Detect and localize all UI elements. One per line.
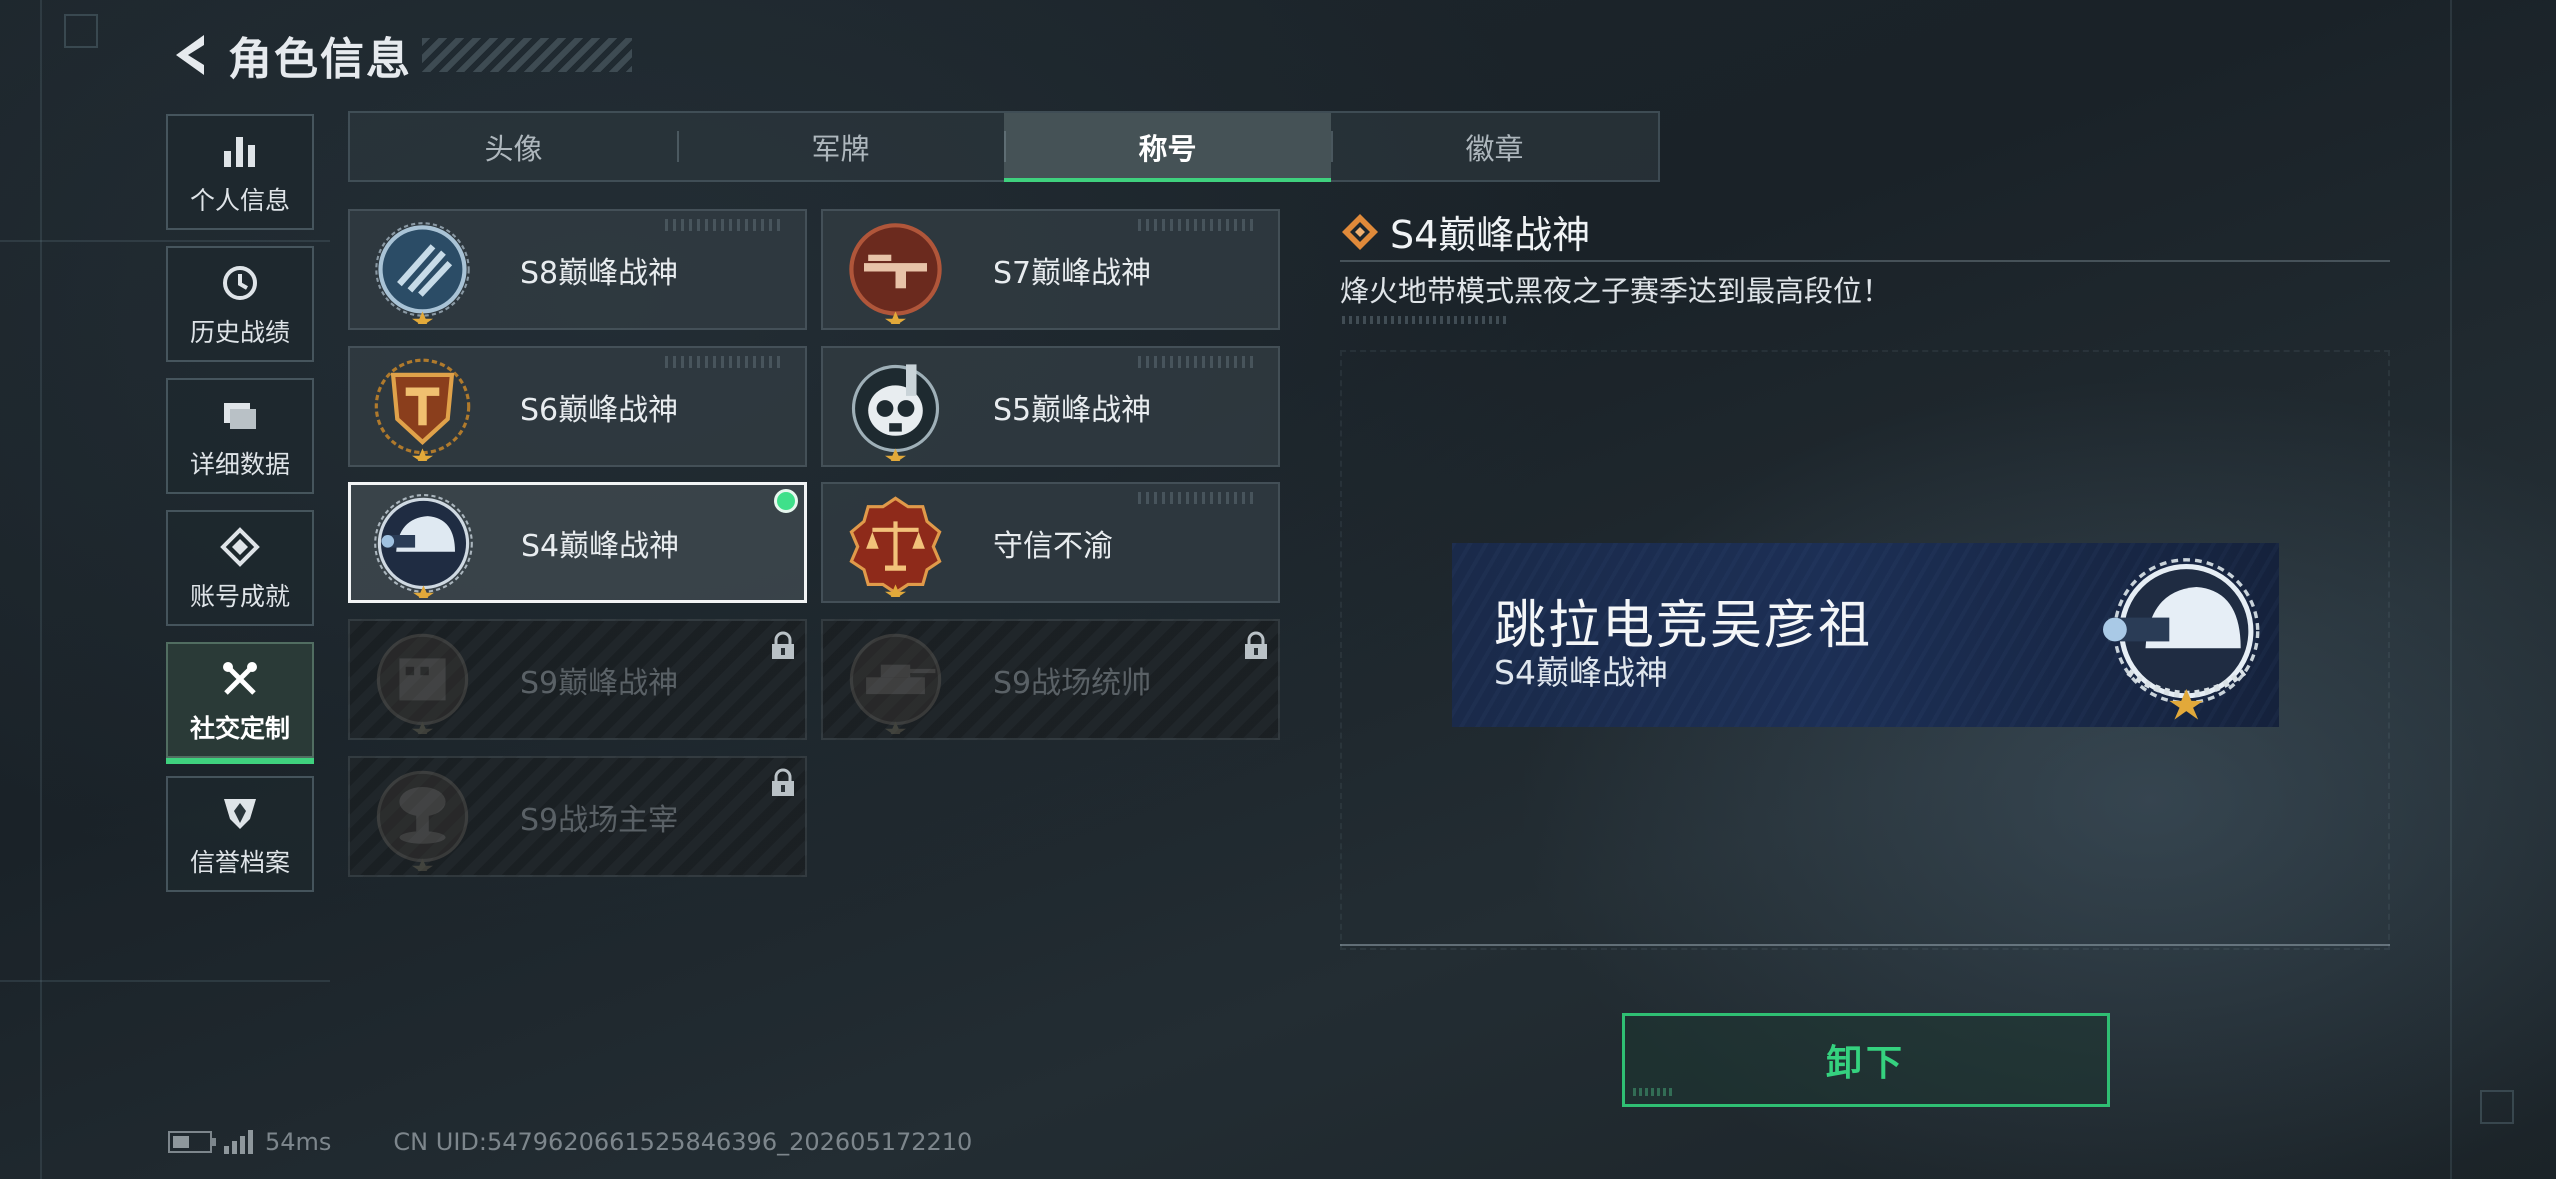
title-name: S9战场主宰 xyxy=(520,802,679,838)
building-emblem-icon xyxy=(376,633,469,734)
sidebar-item-label: 历史战绩 xyxy=(189,318,290,347)
sidebar-item-social-custom[interactable]: 社交定制 xyxy=(166,642,314,764)
clock-history-icon xyxy=(216,259,264,307)
sidebar-item-credit-record[interactable]: 信誉档案 xyxy=(166,776,314,892)
tank-emblem-icon xyxy=(849,633,942,734)
detail-description: 烽火地带模式黑夜之子赛季达到最高段位！ xyxy=(1340,274,1892,308)
detail-title: S4巅峰战神 xyxy=(1390,213,1591,257)
rifle-emblem-icon xyxy=(849,223,942,324)
player-title: S4巅峰战神 xyxy=(1494,653,1668,692)
scales-emblem-icon xyxy=(849,496,942,597)
sidebar-item-label: 社交定制 xyxy=(189,714,290,743)
tab-badge[interactable]: 徽章 xyxy=(1331,113,1658,180)
page-title: 角色信息 xyxy=(228,34,412,85)
stripes-emblem-icon xyxy=(375,222,470,324)
card-decor xyxy=(1138,492,1258,504)
title-card[interactable]: S7巅峰战神 xyxy=(821,209,1280,330)
lock-icon xyxy=(1245,631,1267,659)
sidebar-item-label: 账号成就 xyxy=(189,582,290,611)
ping-value: 54ms xyxy=(265,1128,332,1156)
shield-icon xyxy=(216,789,264,837)
card-decor xyxy=(1138,219,1258,231)
night-vision-helmet-emblem-icon xyxy=(2103,558,2260,720)
medal-icon xyxy=(216,523,264,571)
title-card[interactable]: S8巅峰战神 xyxy=(348,209,807,330)
title-name: S8巅峰战神 xyxy=(520,255,679,291)
sidebar-item-detailed-data[interactable]: 详细数据 xyxy=(166,378,314,494)
hud-corner xyxy=(64,14,98,48)
sidebar-item-history[interactable]: 历史战绩 xyxy=(166,246,314,362)
status-bar: 54ms CN UID:5479620661525846396_20260517… xyxy=(168,1128,972,1156)
sidebar-item-achievements[interactable]: 账号成就 xyxy=(166,510,314,626)
title-card[interactable]: 守信不渝 xyxy=(821,482,1280,603)
title-name: S9战场统帅 xyxy=(993,665,1152,701)
unequip-button[interactable]: 卸下 xyxy=(1622,1013,2110,1107)
title-decor-stripes xyxy=(422,38,632,72)
tab-dog-tag[interactable]: 军牌 xyxy=(677,113,1004,180)
divider xyxy=(1340,260,2390,262)
skull-mask-emblem-icon xyxy=(851,364,940,461)
title-name: S5巅峰战神 xyxy=(993,392,1152,428)
mushroom-cloud-emblem-icon xyxy=(376,770,469,871)
divider xyxy=(1340,944,2390,946)
hud-line xyxy=(0,240,330,242)
title-card[interactable]: S5巅峰战神 xyxy=(821,346,1280,467)
page-header: 角色信息 xyxy=(168,20,632,90)
lock-icon xyxy=(772,768,794,796)
battery-icon xyxy=(168,1131,216,1153)
tab-bar: 头像 军牌 称号 徽章 xyxy=(348,111,1660,182)
card-decor xyxy=(1138,356,1258,368)
t-shield-emblem-icon xyxy=(374,358,471,461)
name-card-preview: 跳拉电竞吴彦祖 S4巅峰战神 xyxy=(1452,543,2279,727)
sidebar-item-personal-info[interactable]: 个人信息 xyxy=(166,114,314,230)
title-name: S4巅峰战神 xyxy=(521,528,680,564)
hud-line xyxy=(2450,0,2452,1179)
title-card[interactable]: S6巅峰战神 xyxy=(348,346,807,467)
title-name: S6巅峰战神 xyxy=(520,392,679,428)
sidebar-item-label: 详细数据 xyxy=(189,450,290,479)
sidebar-item-label: 个人信息 xyxy=(189,186,290,215)
tab-title[interactable]: 称号 xyxy=(1004,113,1331,182)
bar-chart-icon xyxy=(216,127,264,175)
uid-text: CN UID:5479620661525846396_202605172210 xyxy=(393,1128,973,1156)
title-card-selected[interactable]: S4巅峰战神 xyxy=(348,482,807,603)
sidebar-item-label: 信誉档案 xyxy=(189,848,290,877)
title-name: 守信不渝 xyxy=(993,528,1113,564)
title-card-locked[interactable]: S9巅峰战神 xyxy=(348,619,807,740)
title-card-locked[interactable]: S9战场统帅 xyxy=(821,619,1280,740)
equipped-indicator xyxy=(774,489,798,513)
decor-stripe xyxy=(1342,316,1507,324)
diamond-icon xyxy=(1342,213,1378,250)
hud-line xyxy=(0,980,330,982)
detail-header: S4巅峰战神 xyxy=(1340,204,1590,259)
back-arrow-icon[interactable] xyxy=(168,27,212,83)
title-card-locked[interactable]: S9战场主宰 xyxy=(348,756,807,877)
tab-avatar[interactable]: 头像 xyxy=(350,113,677,180)
tools-icon xyxy=(216,655,264,703)
folder-icon xyxy=(216,391,264,439)
signal-icon xyxy=(224,1130,253,1154)
card-decor xyxy=(665,219,785,231)
hud-corner xyxy=(2480,1090,2514,1124)
hud-line xyxy=(40,0,42,1179)
title-name: S9巅峰战神 xyxy=(520,665,679,701)
title-name: S7巅峰战神 xyxy=(993,255,1152,291)
lock-icon xyxy=(772,631,794,659)
card-decor xyxy=(665,356,785,368)
night-vision-helmet-emblem-icon xyxy=(374,494,473,598)
